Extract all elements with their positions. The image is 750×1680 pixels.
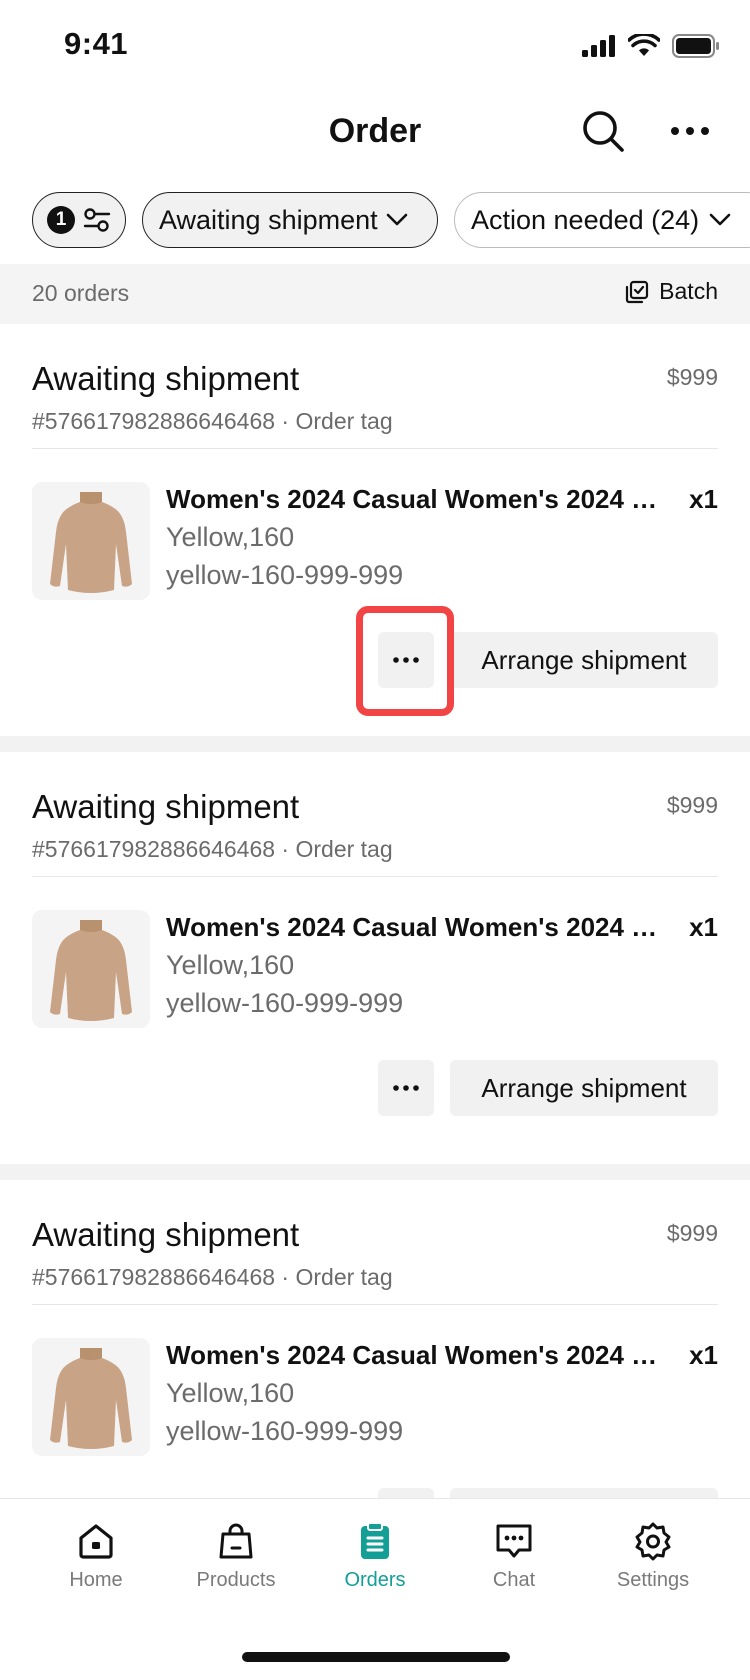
order-price: $999	[666, 1220, 718, 1246]
order-status: Awaiting shipment	[32, 360, 300, 397]
shopping-bag-icon	[219, 1523, 253, 1559]
tab-home[interactable]: Home	[26, 1521, 166, 1592]
filter-sliders-icon	[83, 208, 111, 232]
search-icon	[583, 111, 624, 152]
arrange-shipment-button[interactable]: Arrange shipment	[450, 632, 718, 688]
home-indicator	[242, 1652, 510, 1662]
more-horizontal-icon	[671, 127, 709, 135]
status-filter-dropdown[interactable]: Awaiting shipment	[142, 192, 438, 248]
product-quantity: x1	[689, 912, 718, 942]
tab-label: Settings	[616, 1569, 690, 1591]
product-sku: yellow-160-999-999	[166, 1416, 404, 1446]
sweater-image	[50, 492, 132, 593]
chevron-down-icon	[709, 213, 731, 226]
status-filter-label: Awaiting shipment	[159, 204, 378, 235]
tab-chat[interactable]: Chat	[444, 1521, 584, 1592]
tab-label: Orders	[344, 1569, 406, 1591]
filter-count-badge: 1	[47, 206, 75, 234]
arrange-shipment-button[interactable]: Arrange shipment	[450, 1060, 718, 1116]
order-id-tag[interactable]: #576617982886646468 · Order tag	[32, 836, 393, 863]
search-button[interactable]	[578, 106, 628, 156]
product-thumbnail[interactable]	[32, 482, 150, 600]
order-price: $999	[666, 364, 718, 390]
action-filter-label: Action needed (24)	[471, 204, 700, 235]
product-name[interactable]: Women's 2024 Casual Women's 2024 Casual …	[166, 484, 666, 515]
batch-label: Batch	[659, 278, 718, 304]
tab-settings[interactable]: Settings	[583, 1521, 723, 1592]
home-icon	[79, 1524, 113, 1559]
divider	[32, 876, 718, 877]
wifi-icon	[628, 34, 660, 56]
filter-bar: 1 Awaiting shipment Action needed (24)	[0, 192, 750, 250]
tab-orders[interactable]: Orders	[305, 1521, 445, 1592]
order-id-tag[interactable]: #576617982886646468 · Order tag	[32, 408, 393, 435]
product-thumbnail[interactable]	[32, 1338, 150, 1456]
clipboard-icon	[361, 1522, 389, 1559]
card-separator	[0, 736, 750, 752]
batch-select-icon	[626, 280, 649, 303]
highlight-annotation	[356, 606, 454, 716]
order-more-button[interactable]	[378, 1488, 434, 1498]
more-options-button[interactable]	[666, 116, 714, 146]
filter-chip[interactable]: 1	[32, 192, 126, 248]
order-card: Awaiting shipment $999 #5766179828866464…	[0, 752, 750, 1164]
product-name[interactable]: Women's 2024 Casual Women's 2024 Casual …	[166, 912, 666, 943]
product-variant: Yellow,160	[166, 950, 295, 980]
sweater-image	[50, 1348, 132, 1449]
tab-label: Chat	[492, 1569, 536, 1591]
status-time: 9:41	[64, 26, 129, 61]
divider	[32, 448, 718, 449]
battery-icon	[672, 34, 719, 58]
page-title: Order	[328, 112, 422, 150]
action-filter-dropdown[interactable]: Action needed (24)	[454, 192, 750, 248]
sweater-image	[50, 920, 132, 1021]
cellular-signal-icon	[582, 35, 615, 57]
order-id-tag[interactable]: #576617982886646468 · Order tag	[32, 1264, 393, 1291]
nav-header: Order	[0, 92, 750, 172]
tab-label: Home	[69, 1569, 123, 1591]
orders-count: 20 orders	[32, 280, 130, 306]
orders-summary-bar: 20 orders Batch	[0, 264, 750, 324]
product-quantity: x1	[689, 1340, 718, 1370]
product-thumbnail[interactable]	[32, 910, 150, 1028]
batch-button[interactable]: Batch	[625, 278, 718, 305]
product-name[interactable]: Women's 2024 Casual Women's 2024 Casual …	[166, 1340, 666, 1371]
gear-icon	[635, 1522, 671, 1561]
product-sku: yellow-160-999-999	[166, 988, 404, 1018]
arrange-shipment-button[interactable]	[450, 1488, 718, 1498]
chat-icon	[496, 1524, 532, 1558]
product-quantity: x1	[689, 484, 718, 514]
order-card: Awaiting shipment $999 #5766179828866464…	[0, 324, 750, 736]
order-card: Awaiting shipment $999 #5766179828866464…	[0, 1180, 750, 1498]
order-price: $999	[666, 792, 718, 818]
product-variant: Yellow,160	[166, 1378, 295, 1408]
chevron-down-icon	[386, 213, 407, 226]
product-variant: Yellow,160	[166, 522, 295, 552]
order-status: Awaiting shipment	[32, 788, 300, 825]
product-sku: yellow-160-999-999	[166, 560, 404, 590]
status-icons	[582, 34, 720, 58]
order-more-button[interactable]	[378, 1060, 434, 1116]
order-status: Awaiting shipment	[32, 1216, 300, 1253]
tab-products[interactable]: Products	[166, 1521, 306, 1592]
status-bar: 9:41	[0, 0, 750, 92]
tab-label: Products	[196, 1569, 276, 1591]
more-horizontal-icon	[393, 1085, 419, 1091]
card-separator	[0, 1164, 750, 1180]
divider	[32, 1304, 718, 1305]
